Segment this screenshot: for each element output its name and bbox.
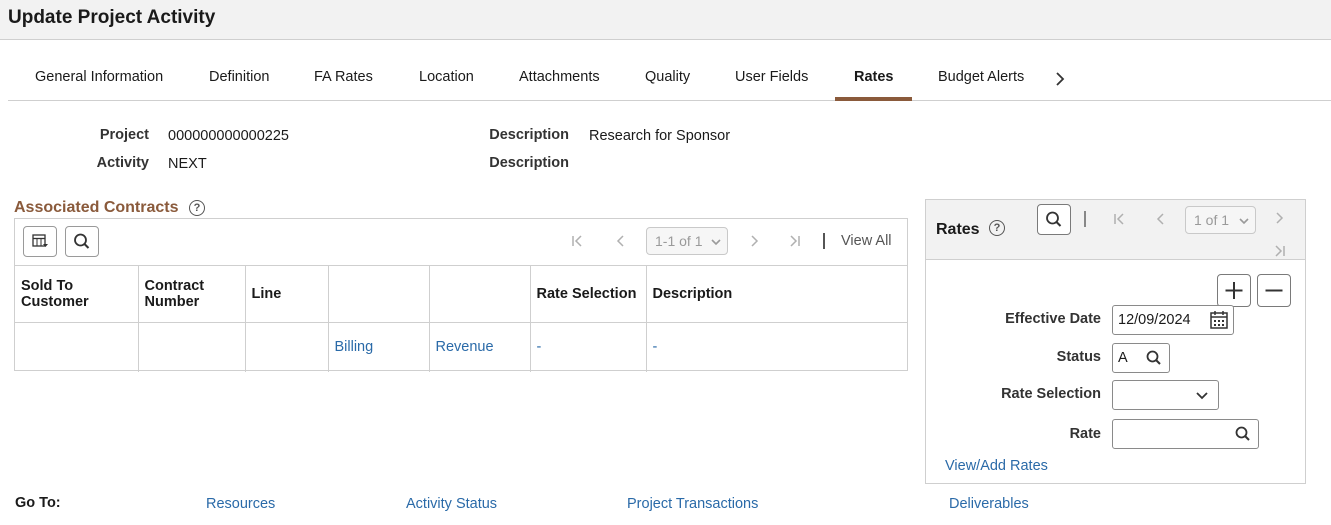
- contracts-table: Sold To Customer Contract Number Line Ra…: [15, 265, 907, 372]
- previous-page-icon[interactable]: [1153, 211, 1169, 227]
- rates-search-button[interactable]: [1037, 204, 1071, 235]
- cell-line: [245, 322, 329, 372]
- effective-date-label: Effective Date: [1005, 311, 1101, 327]
- column-header-description[interactable]: Description: [646, 265, 907, 323]
- view-all-link[interactable]: View All: [841, 233, 892, 249]
- search-icon: [1046, 211, 1062, 227]
- help-icon[interactable]: ?: [989, 220, 1005, 236]
- rates-title: Rates: [936, 221, 980, 238]
- description-link[interactable]: -: [653, 339, 658, 355]
- description-label: Description: [489, 127, 569, 143]
- next-page-icon[interactable]: [1271, 210, 1287, 226]
- first-page-icon[interactable]: [1112, 211, 1128, 227]
- table-row: Billing Revenue - -: [15, 322, 907, 372]
- grid-page-range: 1-1 of 1: [655, 233, 703, 249]
- chevron-down-icon: [1239, 218, 1249, 225]
- rates-page-range: 1 of 1: [1194, 212, 1230, 228]
- column-header-revenue: [429, 265, 531, 323]
- page-header: Update Project Activity: [0, 0, 1331, 40]
- grid-search-button[interactable]: [65, 226, 99, 257]
- goto-label: Go To:: [15, 495, 61, 511]
- rate-label: Rate: [1069, 426, 1101, 442]
- tab-rates[interactable]: Rates: [854, 69, 894, 85]
- column-header-line[interactable]: Line: [245, 265, 329, 323]
- chevron-down-icon: [1196, 392, 1208, 400]
- description2-label: Description: [489, 155, 569, 171]
- project-label: Project: [99, 127, 149, 143]
- associated-contracts-title: Associated Contracts: [14, 199, 179, 216]
- view-add-rates-link[interactable]: View/Add Rates: [945, 458, 1048, 474]
- status-label: Status: [1056, 349, 1101, 365]
- search-icon: [74, 233, 90, 249]
- personalize-grid-button[interactable]: [23, 226, 57, 257]
- column-header-rate-selection[interactable]: Rate Selection: [530, 265, 647, 323]
- chevron-right-icon[interactable]: [1051, 68, 1071, 90]
- chevron-down-icon: [711, 239, 721, 246]
- calendar-icon[interactable]: [1209, 309, 1229, 331]
- cell-contract: [138, 322, 246, 372]
- rate-selection-label: Rate Selection: [1001, 386, 1101, 402]
- project-value: 000000000000225: [168, 128, 289, 144]
- rates-page-select[interactable]: 1 of 1: [1185, 206, 1256, 234]
- description-value: Research for Sponsor: [589, 128, 731, 144]
- billing-link[interactable]: Billing: [335, 339, 374, 355]
- rate-selection-select[interactable]: [1112, 380, 1219, 410]
- revenue-link[interactable]: Revenue: [436, 339, 494, 355]
- activity-value: NEXT: [168, 156, 207, 172]
- rates-panel: Rates ? 1 of 1 Effective Date 12/09/2024…: [925, 199, 1306, 484]
- effective-date-field[interactable]: 12/09/2024: [1112, 305, 1234, 335]
- pager-divider: [1084, 211, 1086, 227]
- column-header-contract-number[interactable]: Contract Number: [138, 265, 246, 323]
- search-icon[interactable]: [1145, 349, 1163, 367]
- column-header-sold-to-customer[interactable]: Sold To Customer: [15, 265, 139, 323]
- cell-sold-to: [15, 322, 139, 372]
- tab-quality[interactable]: Quality: [645, 69, 690, 85]
- tab-bar: General Information Definition FA Rates …: [8, 56, 1331, 101]
- page-title: Update Project Activity: [8, 7, 216, 28]
- effective-date-value: 12/09/2024: [1118, 312, 1191, 328]
- goto-deliverables-link[interactable]: Deliverables: [949, 496, 1029, 512]
- help-icon[interactable]: ?: [189, 200, 205, 216]
- active-tab-indicator: [835, 97, 912, 101]
- tab-location[interactable]: Location: [419, 69, 474, 85]
- minus-icon: [1265, 289, 1283, 292]
- add-row-button[interactable]: [1217, 274, 1251, 307]
- first-page-icon[interactable]: [570, 233, 586, 249]
- plus-icon: [1225, 282, 1243, 299]
- tab-attachments[interactable]: Attachments: [519, 69, 600, 85]
- delete-row-button[interactable]: [1257, 274, 1291, 307]
- goto-activity-status-link[interactable]: Activity Status: [406, 496, 497, 512]
- status-field[interactable]: A: [1112, 343, 1170, 373]
- associated-contracts-grid: 1-1 of 1 View All Sold To Customer Contr…: [14, 218, 908, 372]
- activity-label: Activity: [96, 155, 149, 171]
- status-value: A: [1118, 350, 1128, 366]
- next-page-icon[interactable]: [746, 233, 762, 249]
- rates-header: Rates ? 1 of 1: [926, 200, 1305, 260]
- search-icon[interactable]: [1234, 425, 1252, 443]
- previous-page-icon[interactable]: [613, 233, 629, 249]
- last-page-icon[interactable]: [1271, 243, 1287, 259]
- rate-selection-link[interactable]: -: [537, 339, 542, 355]
- tab-user-fields[interactable]: User Fields: [735, 69, 808, 85]
- tab-budget-alerts[interactable]: Budget Alerts: [938, 69, 1024, 85]
- goto-resources-link[interactable]: Resources: [206, 496, 275, 512]
- grid-page-select[interactable]: 1-1 of 1: [646, 227, 728, 255]
- column-header-billing: [328, 265, 430, 323]
- grid-settings-icon: [32, 234, 48, 247]
- rate-field[interactable]: [1112, 419, 1259, 449]
- goto-project-transactions-link[interactable]: Project Transactions: [627, 496, 758, 512]
- tab-fa-rates[interactable]: FA Rates: [314, 69, 373, 85]
- tab-general-information[interactable]: General Information: [35, 69, 163, 85]
- pager-divider: [823, 233, 825, 249]
- tab-definition[interactable]: Definition: [209, 69, 269, 85]
- last-page-icon[interactable]: [786, 233, 802, 249]
